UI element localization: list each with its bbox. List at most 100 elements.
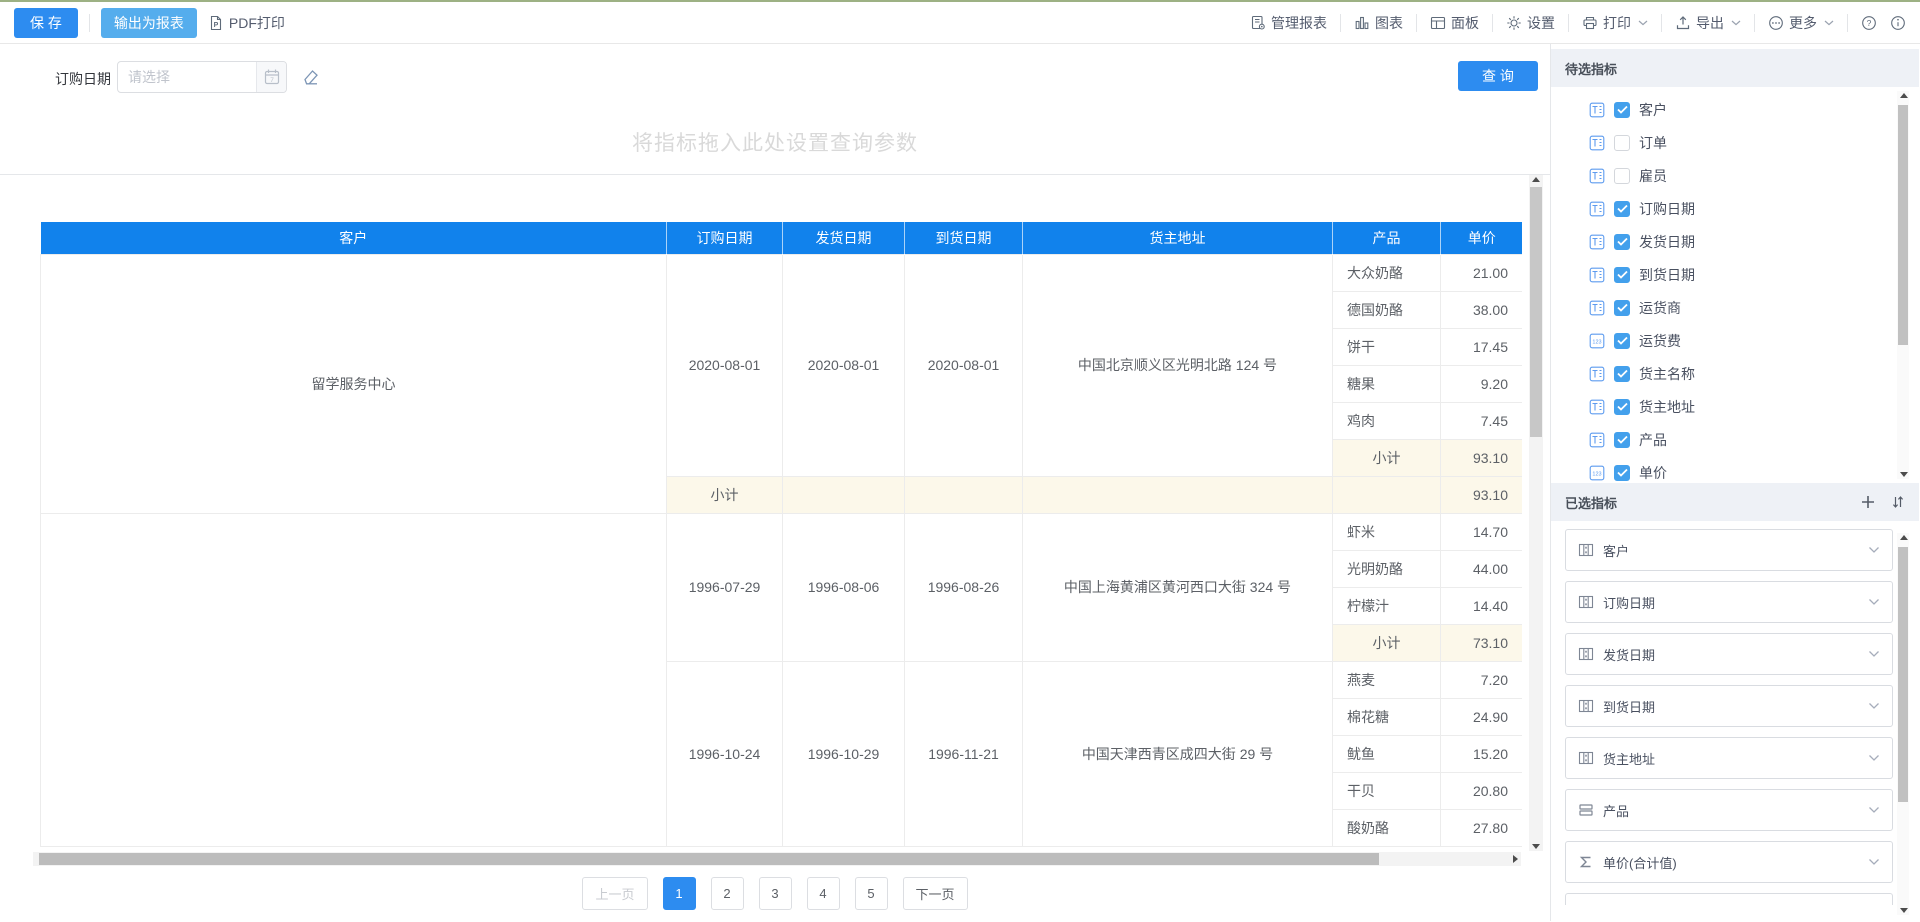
pdf-print-button[interactable]: P PDF打印 <box>208 13 285 33</box>
scroll-up-arrow[interactable] <box>1532 177 1540 182</box>
field-checkbox[interactable] <box>1614 201 1630 217</box>
scroll-thumb[interactable] <box>1898 105 1908 345</box>
order-date-cell: 2020-08-01 <box>667 254 783 476</box>
pending-field-到货日期[interactable]: 到货日期 <box>1551 258 1919 291</box>
field-checkbox[interactable] <box>1614 432 1630 448</box>
scroll-up-arrow[interactable] <box>1900 93 1908 98</box>
chevron-down-icon[interactable] <box>1868 598 1880 606</box>
selected-metric-产品[interactable]: 产品 <box>1565 789 1893 831</box>
field-checkbox[interactable] <box>1614 234 1630 250</box>
scroll-right-arrow[interactable] <box>1513 855 1518 863</box>
selected-metric-订购日期[interactable]: 订购日期 <box>1565 581 1893 623</box>
field-checkbox[interactable] <box>1614 135 1630 151</box>
toolbar-item-bar-chart[interactable]: 图表 <box>1354 13 1403 33</box>
group-field-icon <box>1578 594 1594 610</box>
clear-eraser-icon[interactable] <box>301 67 321 87</box>
scroll-down-arrow[interactable] <box>1900 908 1908 913</box>
pending-field-运货费[interactable]: 123运货费 <box>1551 324 1919 357</box>
export-as-report-button[interactable]: 输出为报表 <box>101 8 197 38</box>
search-button[interactable]: 查 询 <box>1458 61 1538 91</box>
pending-field-货主名称[interactable]: 货主名称 <box>1551 357 1919 390</box>
product-cell: 干贝 <box>1333 772 1441 809</box>
page-button-2[interactable]: 2 <box>711 877 744 910</box>
page-button-4[interactable]: 4 <box>807 877 840 910</box>
field-checkbox[interactable] <box>1614 168 1630 184</box>
field-checkbox[interactable] <box>1614 300 1630 316</box>
selected-metric-单价(合计值)[interactable]: 单价(合计值) <box>1565 841 1893 883</box>
selected-metric-到货日期[interactable]: 到货日期 <box>1565 685 1893 727</box>
chevron-down-icon[interactable] <box>1868 702 1880 710</box>
selected-list-scrollbar[interactable] <box>1897 533 1909 915</box>
pending-list-scrollbar[interactable] <box>1897 91 1909 479</box>
toolbar-item-export[interactable]: 导出 <box>1675 13 1741 33</box>
chevron-down-icon[interactable] <box>1868 546 1880 554</box>
toolbar-item-info[interactable] <box>1890 15 1906 31</box>
page-button-5[interactable]: 5 <box>855 877 888 910</box>
ship-date-cell: 1996-08-06 <box>783 513 905 661</box>
product-cell: 光明奶酪 <box>1333 550 1441 587</box>
field-checkbox[interactable] <box>1614 102 1630 118</box>
toolbar-item-gear[interactable]: 设置 <box>1506 13 1555 33</box>
more-icon <box>1768 15 1784 31</box>
next-page-button[interactable]: 下一页 <box>903 877 968 910</box>
chevron-down-icon[interactable] <box>1868 806 1880 814</box>
page-button-1[interactable]: 1 <box>663 877 696 910</box>
save-button[interactable]: 保 存 <box>14 8 78 38</box>
pending-field-客户[interactable]: 客户 <box>1551 93 1919 126</box>
chevron-down-icon[interactable] <box>1868 858 1880 866</box>
table-row: 留学服务中心2020-08-012020-08-012020-08-01中国北京… <box>41 254 1523 291</box>
order-date-input[interactable]: 请选择 7 <box>117 61 287 93</box>
pending-field-订购日期[interactable]: 订购日期 <box>1551 192 1919 225</box>
pending-field-发货日期[interactable]: 发货日期 <box>1551 225 1919 258</box>
field-checkbox[interactable] <box>1614 399 1630 415</box>
field-checkbox[interactable] <box>1614 465 1630 481</box>
horizontal-scroll-thumb[interactable] <box>39 853 1379 865</box>
toolbar-item-printer[interactable]: 打印 <box>1582 13 1648 33</box>
table-vertical-scrollbar[interactable] <box>1529 175 1543 851</box>
toolbar-item-more[interactable]: 更多 <box>1768 13 1834 33</box>
page-button-3[interactable]: 3 <box>759 877 792 910</box>
selected-metric-客户[interactable]: 客户 <box>1565 529 1893 571</box>
chevron-down-icon[interactable] <box>1868 754 1880 762</box>
field-checkbox[interactable] <box>1614 267 1630 283</box>
divider <box>1492 14 1493 32</box>
scroll-thumb[interactable] <box>1898 547 1908 802</box>
arrive-date-cell: 1996-08-26 <box>905 513 1023 661</box>
add-metric-icon[interactable] <box>1861 495 1875 509</box>
field-checkbox[interactable] <box>1614 333 1630 349</box>
product-cell: 饼干 <box>1333 328 1441 365</box>
empty-cell <box>783 476 905 513</box>
pending-field-雇员[interactable]: 雇员 <box>1551 159 1919 192</box>
pending-field-货主地址[interactable]: 货主地址 <box>1551 390 1919 423</box>
selected-metric-货主地址[interactable]: 货主地址 <box>1565 737 1893 779</box>
pdf-print-label: PDF打印 <box>229 13 285 33</box>
selected-metric-发货日期[interactable]: 发货日期 <box>1565 633 1893 675</box>
pending-field-产品[interactable]: 产品 <box>1551 423 1919 456</box>
order-date-cell: 1996-10-24 <box>667 661 783 846</box>
toolbar-item-panel[interactable]: 面板 <box>1430 13 1479 33</box>
table-row: 1996-07-291996-08-061996-08-26中国上海黄浦区黄河西… <box>41 513 1523 550</box>
toolbar-item-label: 导出 <box>1696 13 1724 33</box>
column-header: 到货日期 <box>905 222 1023 254</box>
sort-metrics-icon[interactable] <box>1891 495 1905 509</box>
scroll-down-arrow[interactable] <box>1900 472 1908 477</box>
prev-page-button[interactable]: 上一页 <box>582 877 647 910</box>
field-checkbox[interactable] <box>1614 366 1630 382</box>
table-horizontal-scrollbar[interactable] <box>33 852 1521 866</box>
toolbar-item-label: 设置 <box>1527 13 1555 33</box>
pending-field-运货商[interactable]: 运货商 <box>1551 291 1919 324</box>
main-area: 订购日期 请选择 7 查 询 将指标拖入此处设置查询参数 客户订购日期发货日期到… <box>0 44 1920 921</box>
pending-field-单价[interactable]: 123单价 <box>1551 456 1919 483</box>
vertical-scroll-thumb[interactable] <box>1530 187 1542 437</box>
scroll-down-arrow[interactable] <box>1532 844 1540 849</box>
printer-icon <box>1582 15 1598 31</box>
product-cell: 鸡肉 <box>1333 402 1441 439</box>
scroll-up-arrow[interactable] <box>1900 535 1908 540</box>
list-field-icon <box>1578 802 1594 818</box>
toolbar-item-manage-report[interactable]: 管理报表 <box>1250 13 1327 33</box>
arrive-date-cell: 2020-08-01 <box>905 254 1023 476</box>
pending-field-订单[interactable]: 订单 <box>1551 126 1919 159</box>
chevron-down-icon[interactable] <box>1868 650 1880 658</box>
calendar-icon[interactable]: 7 <box>256 62 286 92</box>
toolbar-item-help[interactable]: ? <box>1861 15 1877 31</box>
